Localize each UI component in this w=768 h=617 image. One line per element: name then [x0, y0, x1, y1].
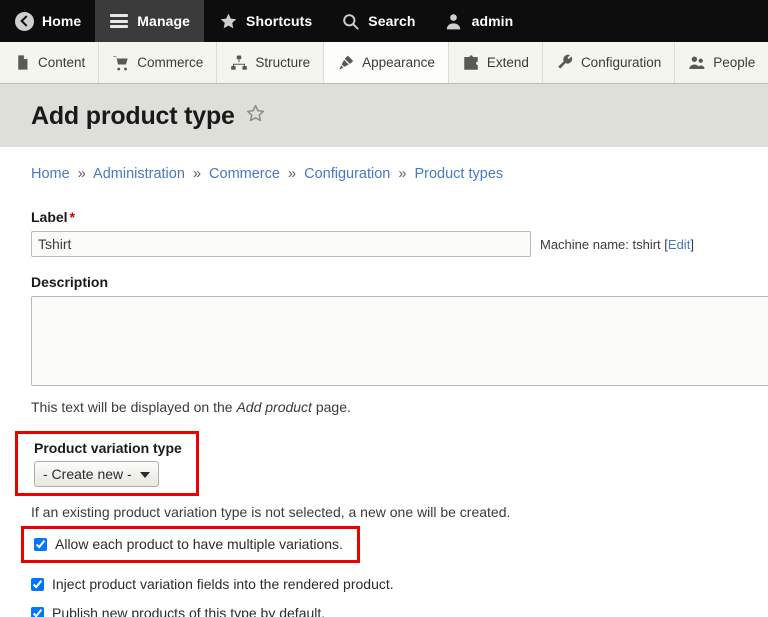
menu-item-structure-label: Structure [255, 55, 311, 70]
annotation-box-variation-type: Product variation type - Create new - [15, 431, 199, 496]
machine-name-bracket-close: ] [690, 236, 694, 252]
toolbar-item-search-label: Search [368, 13, 416, 29]
breadcrumb-item-commerce[interactable]: Commerce [209, 166, 280, 182]
checkbox-multiple-variations[interactable] [34, 537, 47, 551]
description-help-emphasis: Add product [236, 399, 312, 415]
toolbar-item-shortcuts[interactable]: Shortcuts [204, 0, 326, 42]
page-title-text: Add product type [31, 102, 235, 130]
description-field-label: Description [31, 274, 109, 290]
menu-item-people[interactable]: People [675, 42, 768, 83]
shopping-cart-icon [112, 54, 130, 72]
breadcrumb-separator: » [192, 166, 202, 182]
menu-item-commerce[interactable]: Commerce [99, 42, 218, 83]
puzzle-piece-icon [462, 54, 480, 72]
annotation-box-multiple-variations: Allow each product to have multiple vari… [21, 526, 360, 563]
magnifier-icon [340, 11, 360, 31]
description-help-before: This text will be displayed on the [31, 399, 237, 415]
page-title: Add product type [31, 102, 768, 131]
label-field-label-text: Label [31, 209, 68, 225]
variation-type-select-wrapper: - Create new - [34, 461, 159, 487]
toolbar-item-manage-label: Manage [137, 13, 191, 29]
checkbox-inject-fields[interactable] [31, 577, 44, 591]
star-icon [218, 11, 238, 31]
main-content: Home » Administration » Commerce » Confi… [0, 147, 768, 617]
breadcrumb-separator: » [77, 166, 86, 182]
toolbar-item-admin-user[interactable]: admin [430, 0, 528, 42]
user-icon [444, 11, 464, 31]
checkbox-label-multiple-variations: Allow each product to have multiple vari… [55, 536, 343, 552]
checkbox-publish-default[interactable] [31, 606, 44, 617]
machine-name-edit-link[interactable]: Edit [668, 237, 690, 252]
menu-item-commerce-label: Commerce [137, 55, 204, 70]
variation-type-select[interactable]: - Create new - [34, 461, 159, 487]
checkbox-row-publish-default[interactable]: Publish new products of this type by def… [31, 605, 768, 617]
page-title-band: Add product type [0, 84, 768, 147]
description-textarea[interactable] [31, 296, 768, 386]
breadcrumb-separator: » [287, 166, 297, 182]
breadcrumb-item-administration[interactable]: Administration [93, 166, 185, 182]
menu-item-structure[interactable]: Structure [217, 42, 325, 83]
toolbar-item-search[interactable]: Search [326, 0, 429, 42]
variation-type-help-text: If an existing product variation type is… [31, 504, 511, 520]
hamburger-icon [109, 11, 129, 31]
checkbox-label-publish-default: Publish new products of this type by def… [52, 605, 326, 617]
star-outline-icon[interactable] [245, 102, 266, 131]
machine-name-value: tshirt [632, 236, 661, 252]
people-icon [688, 54, 706, 72]
menu-item-configuration-label: Configuration [580, 55, 662, 70]
toolbar-item-admin-label: admin [471, 13, 514, 29]
checkbox-row-multiple-variations[interactable]: Allow each product to have multiple vari… [34, 536, 343, 552]
menu-item-configuration[interactable]: Configuration [542, 42, 676, 83]
wrench-icon [556, 54, 574, 72]
breadcrumb-item-product-types[interactable]: Product types [414, 166, 503, 182]
label-field-row: Machine name: tshirt [Edit] [31, 231, 768, 257]
breadcrumb: Home » Administration » Commerce » Confi… [31, 147, 768, 192]
menu-item-people-label: People [713, 55, 756, 70]
toolbar-item-shortcuts-label: Shortcuts [246, 13, 313, 29]
breadcrumb-separator: » [398, 166, 407, 182]
label-field-label: Label * [31, 209, 768, 225]
toolbar-item-manage[interactable]: Manage [95, 0, 205, 42]
description-help-text: This text will be displayed on the Add p… [31, 399, 768, 415]
checkbox-row-inject-fields[interactable]: Inject product variation fields into the… [31, 576, 768, 592]
machine-name-display: Machine name: tshirt [Edit] [531, 237, 694, 252]
toolbar-item-home[interactable]: Home [0, 0, 95, 42]
variation-type-label: Product variation type [34, 440, 182, 456]
label-input[interactable] [31, 231, 531, 257]
menu-item-content-label: Content [38, 55, 86, 70]
toolbar-item-home-label: Home [42, 13, 82, 29]
machine-name-prefix: Machine name: [540, 236, 633, 252]
description-help-after: page. [311, 399, 351, 415]
breadcrumb-item-configuration[interactable]: Configuration [304, 166, 390, 182]
menu-item-extend-label: Extend [486, 55, 529, 70]
document-icon [13, 54, 31, 72]
checkbox-label-inject-fields: Inject product variation fields into the… [52, 576, 394, 592]
paintbrush-icon [337, 54, 355, 72]
menu-item-extend[interactable]: Extend [448, 42, 543, 83]
menu-item-appearance-label: Appearance [362, 55, 435, 70]
machine-name-bracket-open: [ [660, 236, 668, 252]
hierarchy-icon [230, 54, 248, 72]
breadcrumb-item-home[interactable]: Home [31, 166, 70, 182]
admin-menu-tray: Content Commerce Structure Appearance Ex… [0, 42, 768, 84]
home-circle-icon [14, 11, 34, 31]
required-marker: * [69, 209, 76, 225]
admin-toolbar: Home Manage Shortcuts Search admin [0, 0, 768, 42]
menu-item-appearance[interactable]: Appearance [324, 42, 449, 83]
menu-item-content[interactable]: Content [0, 42, 100, 83]
